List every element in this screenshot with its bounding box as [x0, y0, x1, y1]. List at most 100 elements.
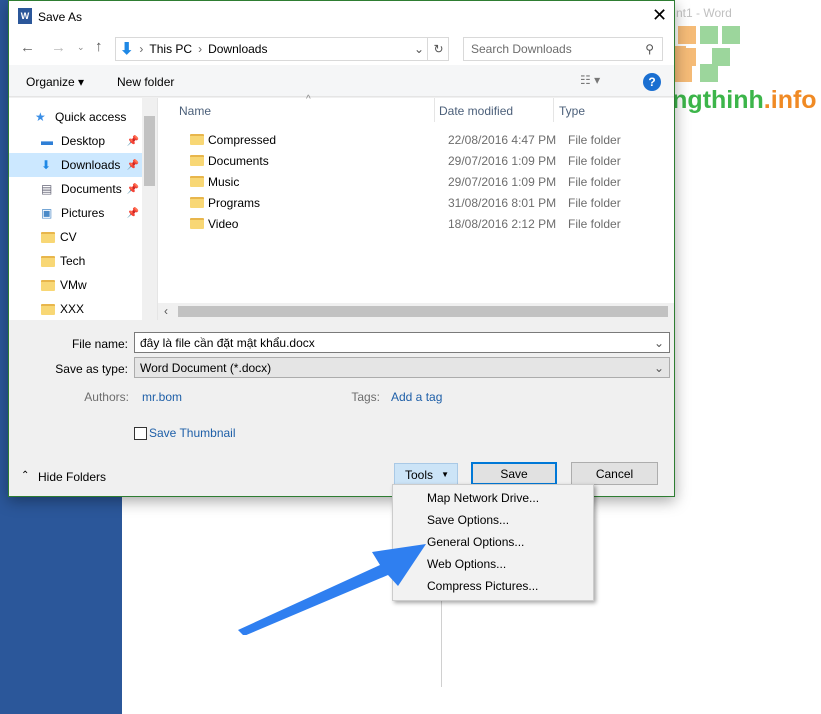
file-row[interactable]: Music 29/07/2016 1:09 PM File folder — [158, 171, 658, 192]
tree-item-label: Documents — [61, 182, 122, 196]
column-date-modified[interactable]: Date modified — [439, 104, 513, 118]
pictures-icon: ▣ — [41, 206, 53, 220]
document-icon: ▤ — [41, 182, 53, 196]
recent-chevron-icon[interactable]: ⌄ — [77, 42, 85, 53]
search-placeholder: Search Downloads — [471, 42, 572, 56]
sort-ascending-icon: ^ — [306, 94, 311, 105]
tags-input[interactable]: Add a tag — [391, 390, 442, 404]
breadcrumb-downloads[interactable]: Downloads — [208, 42, 267, 56]
folder-icon — [41, 303, 55, 315]
pin-icon[interactable]: 📌 — [127, 184, 139, 195]
save-as-type-select[interactable]: Word Document (*.docx) ⌄ — [134, 357, 670, 378]
tags-label: Tags: — [351, 390, 380, 404]
tree-item-label: VMw — [60, 278, 87, 292]
organize-button[interactable]: Organize ▾ — [26, 75, 84, 89]
view-options-icon[interactable]: ☷ ▾ — [580, 73, 600, 87]
folder-icon — [190, 218, 204, 229]
file-name: Video — [208, 216, 239, 231]
column-type[interactable]: Type — [559, 104, 585, 118]
address-bar[interactable]: ⬇ › This PC › Downloads ⌄ ↻ — [115, 37, 449, 61]
authors-value[interactable]: mr.bom — [142, 390, 182, 404]
breadcrumb-this-pc[interactable]: This PC — [149, 42, 192, 56]
save-as-type-label: Save as type: — [55, 362, 128, 376]
file-type: File folder — [568, 216, 621, 231]
tree-item-label: Quick access — [55, 110, 127, 124]
file-type: File folder — [568, 153, 621, 168]
save-thumbnail-label[interactable]: Save Thumbnail — [149, 426, 236, 440]
horizontal-scrollbar[interactable]: ‹ — [158, 303, 674, 320]
tree-item-xxx[interactable]: XXX — [9, 297, 157, 321]
tools-button[interactable]: Tools ▼ — [394, 463, 458, 486]
tree-item-desktop[interactable]: ▬ Desktop 📌 — [9, 129, 157, 153]
dialog-title: Save As — [38, 10, 83, 24]
file-name-label: File name: — [71, 337, 128, 351]
cancel-label: Cancel — [595, 466, 634, 481]
annotation-arrow — [238, 544, 426, 635]
word-icon: W — [18, 8, 32, 24]
file-name: Documents — [208, 153, 269, 168]
tree-item-documents[interactable]: ▤ Documents 📌 — [9, 177, 157, 201]
tree-scrollbar[interactable] — [142, 98, 157, 320]
title-bar: W Save As ✕ — [9, 1, 674, 33]
save-thumbnail-checkbox[interactable] — [134, 427, 147, 440]
file-date: 29/07/2016 1:09 PM — [448, 174, 557, 189]
up-icon[interactable]: ↑ — [95, 38, 103, 55]
pin-icon[interactable]: 📌 — [127, 208, 139, 219]
tree-item-downloads[interactable]: ⬇ Downloads 📌 — [9, 153, 157, 177]
folder-icon — [190, 155, 204, 166]
back-icon[interactable]: ← — [20, 39, 35, 56]
star-icon: ★ — [35, 110, 46, 124]
tree-item-vmw[interactable]: VMw — [9, 273, 157, 297]
menu-item[interactable]: Save Options... — [393, 509, 593, 531]
file-name: Music — [208, 174, 240, 189]
file-row[interactable]: Video 18/08/2016 2:12 PM File folder — [158, 213, 658, 234]
tools-label: Tools — [405, 467, 434, 482]
file-type: File folder — [568, 174, 621, 189]
hide-folders-button[interactable]: Hide Folders — [38, 470, 106, 484]
address-dropdown-icon[interactable]: ⌄ — [414, 42, 424, 56]
tree-item-tech[interactable]: Tech — [9, 249, 157, 273]
save-button[interactable]: Save — [471, 462, 557, 485]
refresh-icon[interactable]: ↻ — [427, 38, 449, 60]
folder-icon — [41, 255, 55, 267]
navigation-pane: ★ Quick access ▬ Desktop 📌 ⬇ Downloads 📌 ▤ Docume… — [9, 98, 157, 320]
file-row[interactable]: Programs 31/08/2016 8:01 PM File folder — [158, 192, 658, 213]
command-toolbar: Organize ▾ New folder ☷ ▾ ? — [9, 65, 674, 97]
file-row[interactable]: Compressed 22/08/2016 4:47 PM File folder — [158, 129, 658, 150]
cancel-button[interactable]: Cancel — [571, 462, 658, 485]
tree-item-cv[interactable]: CV — [9, 225, 157, 249]
column-name[interactable]: Name — [179, 104, 211, 118]
folder-icon — [190, 134, 204, 145]
dropdown-arrow-icon: ▼ — [441, 470, 449, 479]
file-date: 29/07/2016 1:09 PM — [448, 153, 557, 168]
chevron-down-icon: ⌄ — [653, 360, 664, 375]
tree-item-label: XXX — [60, 302, 85, 316]
file-row[interactable]: Documents 29/07/2016 1:09 PM File folder — [158, 150, 658, 171]
tree-item-label: CV — [60, 230, 77, 244]
file-name-input[interactable]: đây là file cần đặt mật khẩu.docx ⌄ — [134, 332, 670, 353]
file-name: Programs — [208, 195, 261, 210]
help-icon[interactable]: ? — [643, 73, 661, 91]
pin-icon[interactable]: 📌 — [127, 160, 139, 171]
tree-item-pictures[interactable]: ▣ Pictures 📌 — [9, 201, 157, 225]
new-folder-button[interactable]: New folder — [117, 75, 174, 89]
tree-item-label: Downloads — [61, 158, 121, 172]
file-date: 18/08/2016 2:12 PM — [448, 216, 557, 231]
search-icon: ⚲ — [645, 42, 654, 56]
file-type: File folder — [568, 132, 621, 147]
tree-item-label: Desktop — [61, 134, 106, 148]
close-icon[interactable]: ✕ — [652, 5, 667, 26]
desktop-icon: ▬ — [41, 134, 53, 148]
chevron-up-icon[interactable]: ⌃ — [21, 470, 29, 481]
forward-icon[interactable]: → — [51, 39, 66, 56]
menu-item[interactable]: Map Network Drive... — [393, 487, 593, 509]
file-date: 22/08/2016 4:47 PM — [448, 132, 557, 147]
folder-icon — [41, 231, 55, 243]
search-input[interactable]: Search Downloads ⚲ — [463, 37, 663, 61]
file-type: File folder — [568, 195, 621, 210]
chevron-down-icon[interactable]: ⌄ — [654, 336, 664, 350]
tree-item-quick-access[interactable]: ★ Quick access — [9, 105, 157, 129]
pin-icon[interactable]: 📌 — [127, 136, 139, 147]
folder-icon — [190, 197, 204, 208]
save-as-dialog: W Save As ✕ ← → ⌄ ↑ ⬇ › This PC › Downlo… — [8, 0, 675, 497]
